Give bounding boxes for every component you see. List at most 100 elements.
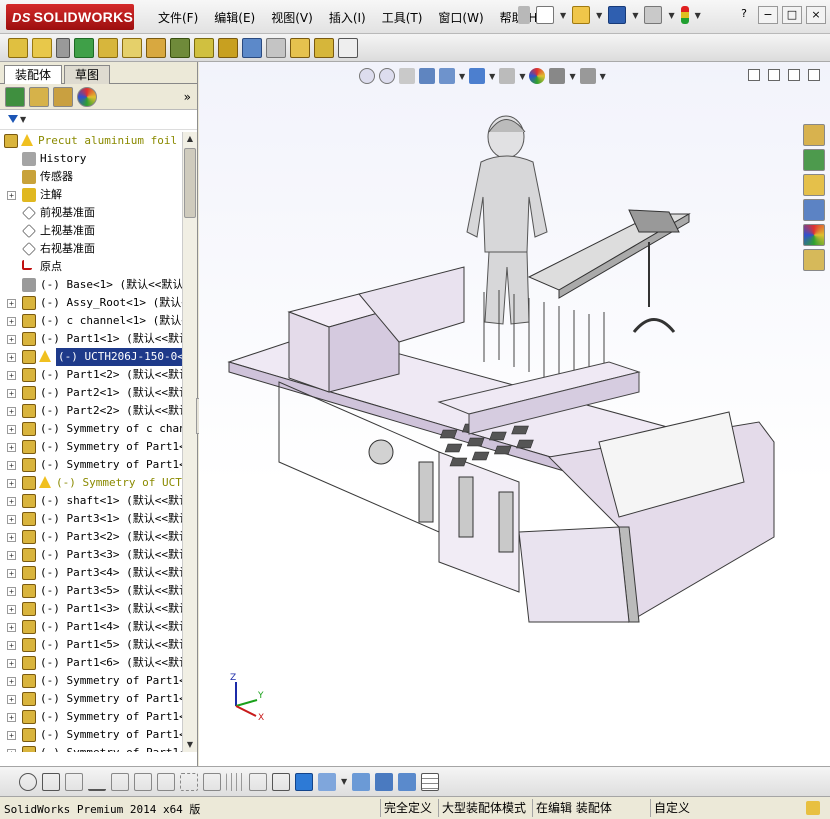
assembly-features-icon[interactable] (146, 37, 166, 58)
expand-icon[interactable]: + (7, 335, 16, 344)
expand-icon[interactable]: + (7, 515, 16, 524)
menu-view[interactable]: 视图(V) (263, 9, 321, 27)
tree-node[interactable]: 前视基准面 (0, 204, 182, 222)
expand-icon[interactable]: + (7, 389, 16, 398)
display-style-icon[interactable] (469, 68, 486, 84)
expand-icon[interactable]: + (7, 623, 16, 632)
rebuild-dropdown-icon[interactable]: ▼ (695, 11, 701, 20)
tree-node[interactable]: + (-) Symmetry of c chann (0, 420, 182, 438)
expand-icon[interactable]: + (7, 497, 16, 506)
tree-node[interactable]: + (-) Part1<4> (默认<<默认 (0, 618, 182, 636)
expand-icon[interactable]: + (7, 317, 16, 326)
reference-geometry-icon[interactable] (170, 37, 190, 58)
panel-more-chevron-icon[interactable]: » (184, 90, 191, 104)
rebuild-traffic-light-icon[interactable] (680, 6, 689, 24)
scroll-up-icon[interactable]: ▲ (183, 132, 197, 146)
help-button[interactable]: ? (734, 6, 754, 24)
tree-node[interactable]: + (-) Symmetry of Part1<2 (0, 456, 182, 474)
feature-manager-tree-icon[interactable] (5, 86, 25, 107)
exploded-view-icon[interactable] (242, 37, 262, 58)
line-icon[interactable] (88, 773, 106, 791)
interference-detection-icon[interactable] (314, 37, 334, 58)
tree-scrollbar[interactable]: ▲ ▼ (182, 132, 197, 752)
tree-node[interactable]: + (-) Part1<2> (默认<<默认 (0, 366, 182, 384)
expand-icon[interactable]: + (7, 695, 16, 704)
save-icon[interactable] (608, 6, 627, 24)
grid-icon[interactable] (226, 772, 244, 791)
cube-dropdown-icon[interactable]: ▼ (341, 777, 347, 786)
edit-appearance-icon[interactable] (529, 68, 546, 84)
new-motion-study-icon[interactable] (194, 37, 214, 58)
expand-icon[interactable]: + (7, 371, 16, 380)
solidworks-resources-icon[interactable] (803, 124, 825, 146)
zoom-to-area-icon[interactable] (379, 68, 395, 84)
view-orientation-icon[interactable] (439, 68, 455, 84)
open-folder-icon[interactable] (572, 6, 591, 24)
tree-node[interactable]: + (-) Symmetry of Part1<1 (0, 438, 182, 456)
custom-properties-icon[interactable] (803, 249, 825, 271)
open-dropdown-icon[interactable]: ▼ (596, 11, 602, 20)
file-explorer-icon[interactable] (803, 174, 825, 196)
pin-icon[interactable] (518, 6, 530, 24)
polygon-icon[interactable] (42, 772, 60, 791)
expand-icon[interactable]: + (7, 587, 16, 596)
new-dropdown-icon[interactable]: ▼ (560, 11, 566, 20)
expand-icon[interactable]: + (7, 605, 16, 614)
viewport-close-icon[interactable] (808, 69, 820, 81)
linear-pattern-icon[interactable] (74, 37, 94, 58)
apply-scene-dropdown-icon[interactable]: ▼ (569, 72, 575, 81)
point-icon[interactable] (8, 773, 14, 791)
design-library-icon[interactable] (803, 149, 825, 171)
show-hidden-icon[interactable] (122, 37, 142, 58)
expand-icon[interactable]: + (7, 407, 16, 416)
tree-node[interactable]: + 注解 (0, 186, 182, 204)
restore-button[interactable]: □ (782, 6, 802, 24)
menu-tools[interactable]: 工具(T) (374, 9, 431, 27)
configuration-manager-icon[interactable] (53, 86, 73, 107)
property-manager-icon[interactable] (29, 86, 49, 107)
tree-node[interactable]: + (-) Part3<2> (默认<<默认 (0, 528, 182, 546)
expand-icon[interactable]: + (7, 191, 16, 200)
scroll-down-icon[interactable]: ▼ (183, 738, 197, 752)
expand-icon[interactable]: + (7, 551, 16, 560)
move-component-icon[interactable] (98, 37, 118, 58)
tree-node[interactable]: + (-) Part3<3> (默认<<默认 (0, 546, 182, 564)
expand-icon[interactable]: + (7, 353, 16, 362)
solidworks-logo[interactable]: DS SOLIDWORKS (6, 4, 134, 30)
table-icon[interactable] (421, 772, 440, 791)
menu-edit[interactable]: 编辑(E) (206, 9, 263, 27)
close-button[interactable]: × (806, 6, 826, 24)
dimension-icon[interactable] (203, 772, 221, 791)
viewport-split-icon[interactable] (748, 69, 760, 81)
expand-icon[interactable]: + (7, 749, 16, 752)
tree-node[interactable]: + (-) Symmetry of Part1<3 (0, 672, 182, 690)
triangle-icon[interactable] (249, 772, 267, 791)
tree-node[interactable]: + (-) Symmetry of Part1<5 (0, 708, 182, 726)
tree-node[interactable]: + (-) Part2<1> (默认<<默认 (0, 384, 182, 402)
filter-dropdown-icon[interactable]: ▼ (20, 115, 26, 124)
expand-icon[interactable]: + (7, 425, 16, 434)
tree-node[interactable]: + (-) Assy_Root<1> (默认< (0, 294, 182, 312)
new-document-icon[interactable] (536, 6, 554, 24)
expand-icon[interactable]: + (7, 443, 16, 452)
bill-of-materials-icon[interactable] (218, 37, 238, 58)
filter-icon[interactable] (8, 114, 18, 125)
tree-filter[interactable]: ▼ (0, 110, 197, 130)
print-dropdown-icon[interactable]: ▼ (668, 11, 674, 20)
minimize-button[interactable]: − (758, 6, 778, 24)
view-settings-dropdown-icon[interactable]: ▼ (600, 72, 606, 81)
display-manager-icon[interactable] (77, 86, 97, 107)
insert-component-icon[interactable] (8, 37, 28, 58)
menu-insert[interactable]: 插入(I) (321, 9, 374, 27)
menu-file[interactable]: 文件(F) (150, 9, 206, 27)
measure-icon[interactable] (398, 772, 417, 791)
tree-node[interactable]: + (-) Symmetry of UCTH (0, 474, 182, 492)
view-palette-icon[interactable] (803, 199, 825, 221)
expand-icon[interactable]: + (7, 569, 16, 578)
tree-node[interactable]: Precut aluminium foil sealin (0, 132, 182, 150)
save-dropdown-icon[interactable]: ▼ (632, 11, 638, 20)
expand-icon[interactable]: + (7, 713, 16, 722)
rebuild-status-icon[interactable] (806, 801, 820, 815)
tree-node[interactable]: + (-) shaft<1> (默认<<默认 (0, 492, 182, 510)
section-icon[interactable] (352, 772, 371, 791)
